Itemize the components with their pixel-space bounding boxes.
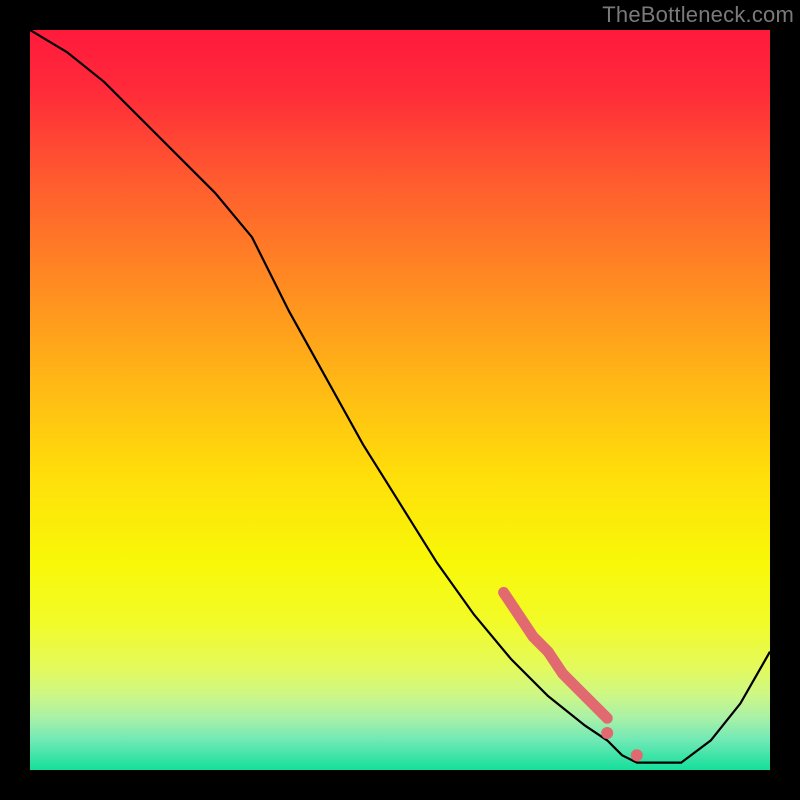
gradient-background xyxy=(30,30,770,770)
highlight-dot xyxy=(601,727,613,739)
chart-frame xyxy=(30,30,770,770)
watermark-text: TheBottleneck.com xyxy=(602,2,794,28)
bottleneck-chart xyxy=(30,30,770,770)
highlight-dot xyxy=(631,749,643,761)
